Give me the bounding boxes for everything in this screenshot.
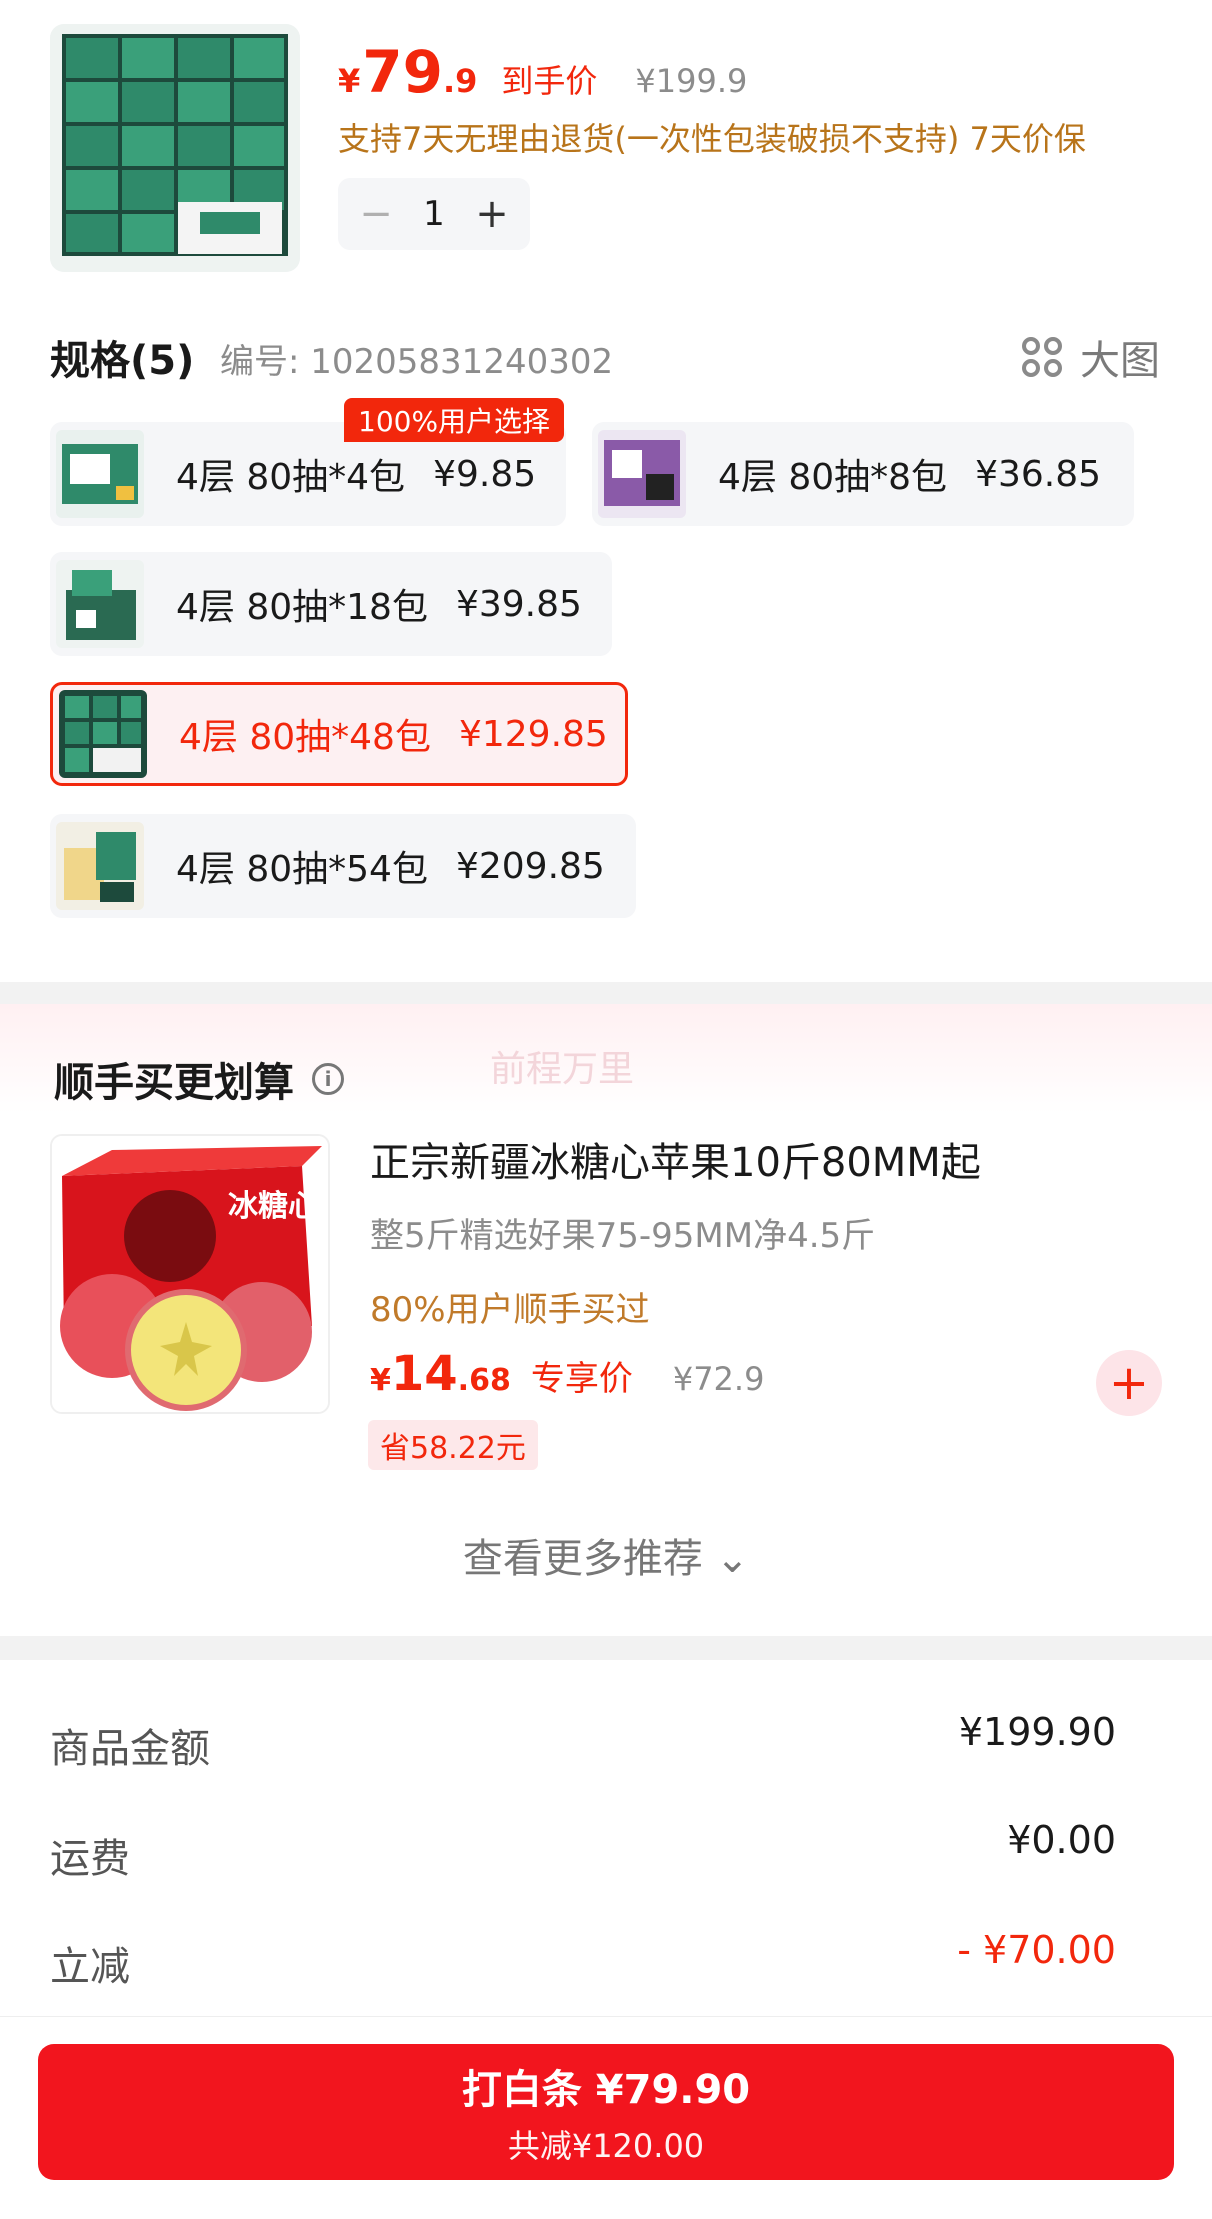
product-code: 编号: 10205831240302	[220, 342, 614, 382]
option-thumbnail	[56, 822, 144, 910]
info-icon[interactable]: i	[312, 1063, 344, 1095]
recommend-product-subtitle: 整5斤精选好果75-95MM净4.5斤	[370, 1216, 876, 1256]
option-label: 4层 80抽*4包	[176, 457, 406, 498]
rec-price-decimal: .68	[457, 1363, 511, 1398]
option-thumbnail	[56, 560, 144, 648]
option-price: ¥129.85	[458, 713, 608, 755]
option-label: 4层 80抽*8包	[718, 457, 948, 498]
rec-price-tag: 专享价	[530, 1359, 633, 1399]
plus-icon[interactable]: +	[470, 192, 514, 236]
rec-price-currency: ¥	[370, 1363, 391, 1398]
price-tag-label: 到手价	[501, 62, 598, 100]
quantity-value[interactable]: 1	[423, 194, 445, 234]
option-thumbnail	[56, 430, 144, 518]
rec-price-integer: 14	[390, 1346, 458, 1402]
price-currency: ¥	[338, 62, 361, 100]
recommend-social-proof: 80%用户顺手买过	[370, 1290, 650, 1330]
recommend-title: 顺手买更划算 i	[54, 1050, 344, 1108]
pay-button-discount: 共减¥120.00	[507, 2127, 705, 2165]
option-price: ¥36.85	[975, 453, 1102, 495]
pay-button[interactable]: 打白条 ¥79.90 共减¥120.00	[38, 2044, 1174, 2180]
summary-value-subtotal: ¥199.90	[958, 1710, 1116, 1754]
spec-option-3[interactable]: 4层 80抽*18包 ¥39.85	[50, 552, 612, 656]
savings-badge: 省58.22元	[368, 1420, 538, 1470]
option-thumbnail	[598, 430, 686, 518]
price-integer: 79	[362, 38, 443, 106]
option-price: ¥9.85	[433, 453, 537, 495]
box-label: 冰糖心	[228, 1189, 318, 1224]
spec-option-2[interactable]: 4层 80抽*8包 ¥36.85	[592, 422, 1134, 526]
recommend-product-name[interactable]: 正宗新疆冰糖心苹果10斤80MM起	[370, 1130, 981, 1188]
summary-value-shipping: ¥0.00	[1007, 1818, 1116, 1862]
option-thumbnail	[59, 690, 147, 778]
minus-icon[interactable]: −	[354, 192, 398, 236]
rec-original-price: ¥72.9	[672, 1360, 765, 1398]
summary-label-discount: 立减	[50, 1944, 130, 1990]
price-decimal: .9	[442, 62, 478, 100]
summary-value-discount: - ¥70.00	[957, 1928, 1116, 1972]
section-divider	[0, 1636, 1212, 1660]
recommend-product-image[interactable]: 冰糖心	[50, 1134, 330, 1414]
quantity-stepper: − 1 +	[338, 178, 530, 250]
option-price: ¥209.85	[455, 845, 605, 887]
product-thumbnail[interactable]	[50, 24, 300, 272]
section-divider	[0, 982, 1212, 1004]
recommend-price: ¥ 14 .68 专享价 ¥72.9	[370, 1346, 764, 1402]
summary-label-shipping: 运费	[50, 1836, 130, 1882]
popular-badge: 100%用户选择	[344, 398, 565, 442]
option-label: 4层 80抽*18包	[176, 587, 428, 628]
spec-option-5[interactable]: 4层 80抽*54包 ¥209.85	[50, 814, 636, 918]
big-image-label: 大图	[1080, 338, 1160, 384]
apple-box-image: 冰糖心	[52, 1136, 328, 1412]
product-price: ¥ 79 .9 到手价 ¥199.9	[338, 38, 747, 108]
recommend-title-text: 顺手买更划算	[54, 1060, 294, 1106]
watermark-text: 前程万里	[490, 1049, 635, 1090]
tissue-pack-image	[50, 24, 300, 272]
more-recommendations-link[interactable]: 查看更多推荐 ⌄	[0, 1526, 1212, 1584]
add-icon[interactable]: +	[1096, 1350, 1162, 1416]
pay-button-label: 打白条 ¥79.90	[461, 2067, 751, 2113]
option-price: ¥39.85	[455, 583, 582, 625]
return-policy-text[interactable]: 支持7天无理由退货(一次性包装破损不支持) 7天价保	[338, 114, 1086, 160]
spec-title: 规格(5)	[50, 338, 195, 384]
option-label: 4层 80抽*48包	[179, 717, 431, 758]
big-image-button[interactable]: 大图	[1022, 328, 1160, 386]
summary-label-subtotal: 商品金额	[50, 1726, 210, 1772]
original-price: ¥199.9	[635, 62, 748, 100]
bottom-bar-border	[0, 2016, 1212, 2017]
spec-option-4[interactable]: 4层 80抽*48包 ¥129.85	[50, 682, 628, 786]
grid-icon	[1022, 337, 1062, 377]
option-label: 4层 80抽*54包	[176, 849, 428, 890]
